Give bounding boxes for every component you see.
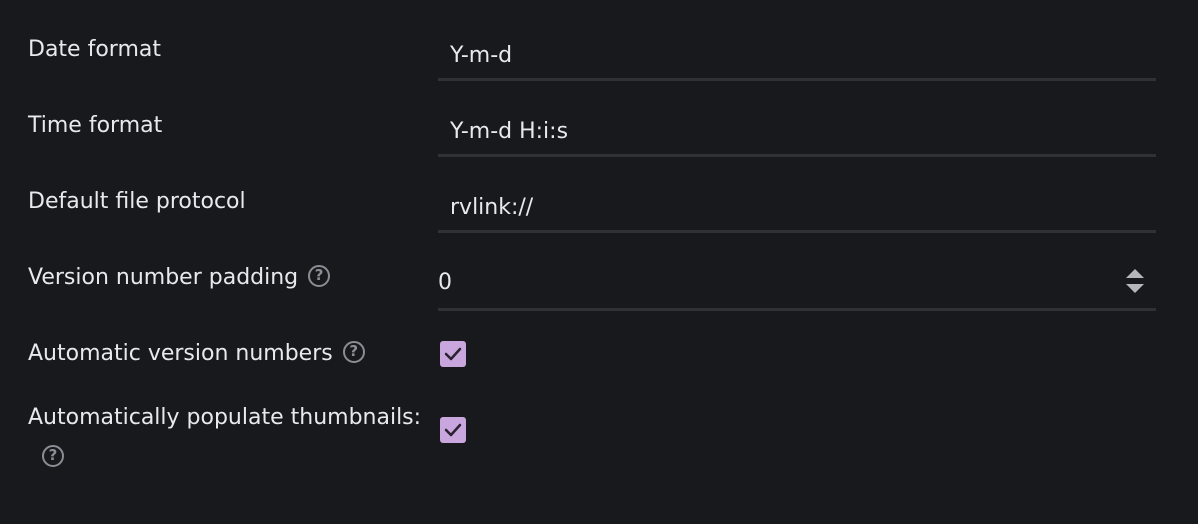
date-format-field[interactable]: Y-m-d (438, 33, 1156, 81)
version-number-padding-field[interactable]: 0 (438, 263, 1156, 311)
version-number-padding-text: Version number padding (28, 265, 299, 290)
automatic-version-numbers-text: Automatic version numbers (28, 341, 333, 366)
default-file-protocol-label: Default file protocol (28, 189, 246, 214)
version-number-padding-value: 0 (438, 270, 452, 295)
automatic-version-numbers-checkbox[interactable] (440, 341, 466, 367)
help-icon[interactable]: ? (42, 445, 64, 467)
decrement-arrow-icon[interactable] (1126, 284, 1144, 293)
help-icon[interactable]: ? (308, 265, 331, 287)
default-file-protocol-value: rvlink:// (450, 195, 534, 220)
spinner-arrows[interactable] (1126, 269, 1144, 297)
settings-form: Date format Y-m-d Time format Y-m-d H:i:… (0, 0, 1198, 524)
date-format-label: Date format (28, 37, 161, 62)
increment-arrow-icon[interactable] (1126, 269, 1144, 278)
help-icon[interactable]: ? (342, 341, 365, 363)
time-format-value: Y-m-d H:i:s (450, 119, 569, 144)
time-format-label: Time format (28, 113, 163, 138)
date-format-value: Y-m-d (450, 43, 513, 68)
checkmark-icon (444, 347, 462, 361)
automatic-version-numbers-label: Automatic version numbers? (28, 339, 365, 369)
checkmark-icon (444, 423, 462, 437)
time-format-field[interactable]: Y-m-d H:i:s (438, 109, 1156, 157)
automatically-populate-thumbnails-label: Automatically populate thumbnails: (28, 405, 422, 430)
automatically-populate-thumbnails-checkbox[interactable] (440, 417, 466, 443)
version-number-padding-label: Version number padding? (28, 263, 331, 293)
default-file-protocol-field[interactable]: rvlink:// (438, 185, 1156, 233)
